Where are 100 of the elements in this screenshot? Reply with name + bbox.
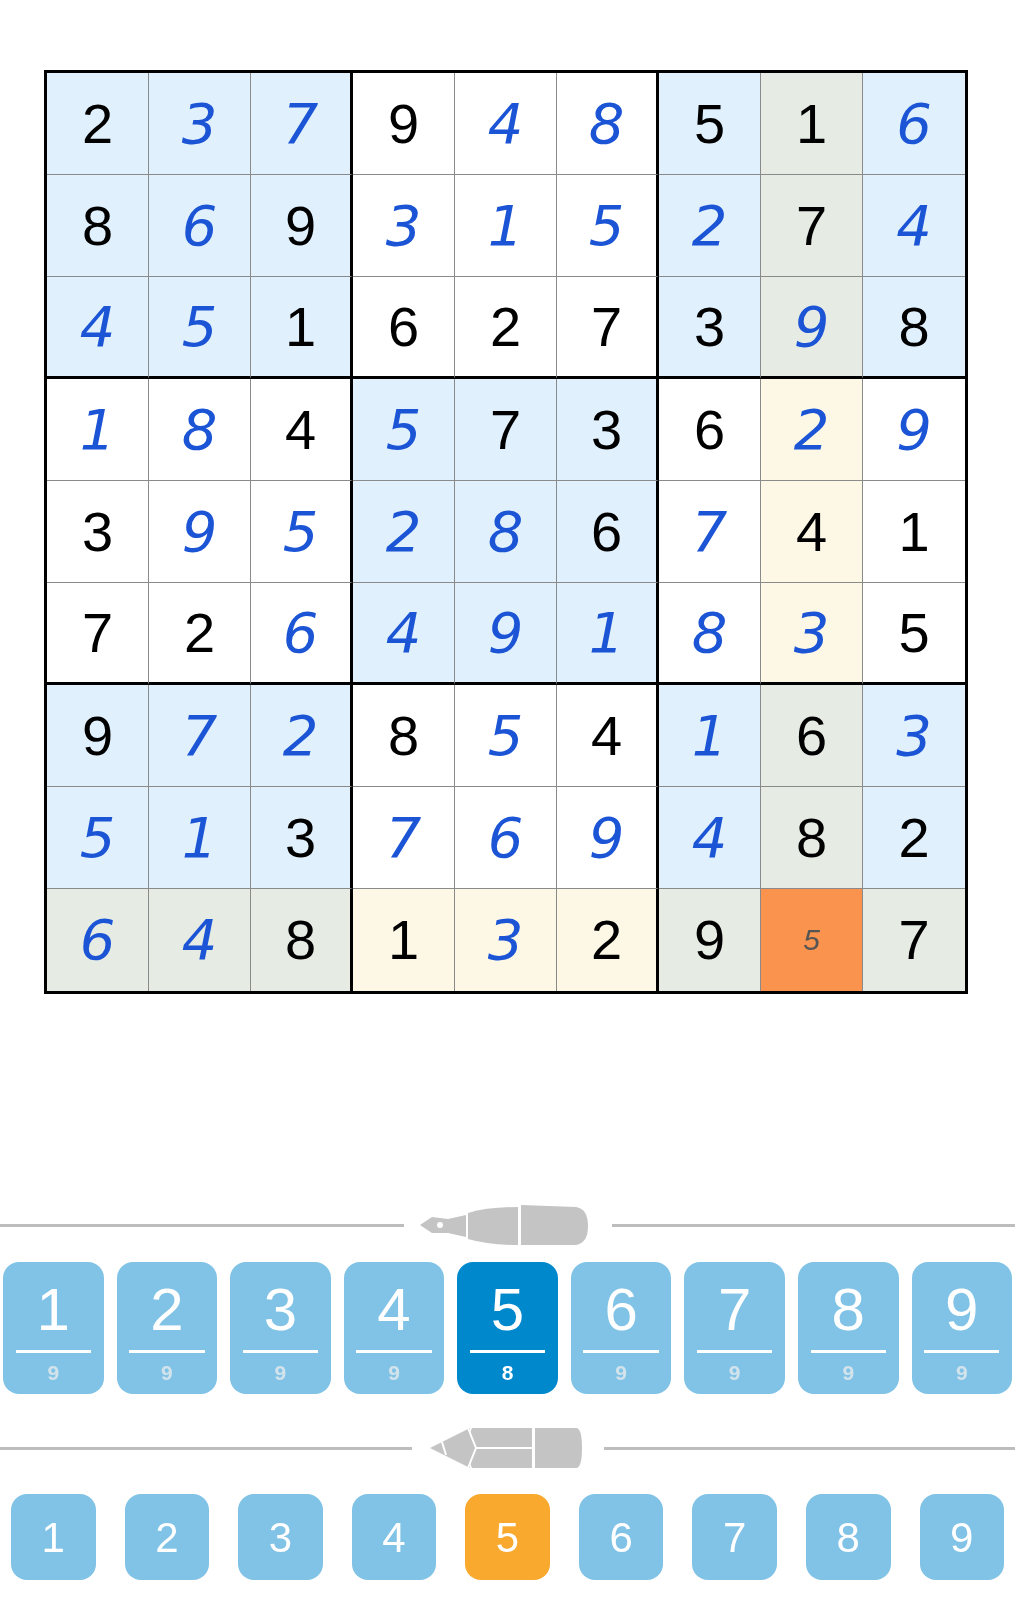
grid-cell[interactable]: 7	[863, 889, 965, 991]
entered-digit: 3	[385, 197, 422, 254]
grid-cell[interactable]: 3	[761, 583, 863, 685]
grid-cell[interactable]: 1	[353, 889, 455, 991]
grid-cell[interactable]: 7	[149, 685, 251, 787]
key-digit: 5	[490, 1280, 525, 1340]
grid-cell[interactable]: 5	[761, 889, 863, 991]
given-digit: 3	[81, 503, 114, 560]
grid-cell[interactable]: 9	[659, 889, 761, 991]
grid-cell[interactable]: 1	[659, 685, 761, 787]
entered-digit: 3	[181, 95, 218, 152]
grid-cell[interactable]: 9	[557, 787, 659, 889]
grid-cell[interactable]: 6	[557, 481, 659, 583]
grid-cell[interactable]: 9	[149, 481, 251, 583]
grid-cell[interactable]: 2	[761, 379, 863, 481]
grid-cell[interactable]: 6	[761, 685, 863, 787]
grid-cell[interactable]: 2	[47, 73, 149, 175]
grid-cell[interactable]: 3	[863, 685, 965, 787]
grid-cell[interactable]: 7	[761, 175, 863, 277]
entered-digit: 5	[487, 707, 524, 764]
grid-cell[interactable]: 2	[251, 685, 353, 787]
grid-cell[interactable]: 4	[455, 73, 557, 175]
remaining-count: 9	[728, 1362, 741, 1383]
grid-cell[interactable]: 1	[557, 583, 659, 685]
grid-cell[interactable]: 5	[251, 481, 353, 583]
grid-cell[interactable]: 8	[251, 889, 353, 991]
given-digit: 3	[284, 809, 317, 866]
grid-cell[interactable]: 3	[353, 175, 455, 277]
grid-cell[interactable]: 4	[251, 379, 353, 481]
grid-cell[interactable]: 8	[149, 379, 251, 481]
entered-digit: 1	[487, 197, 524, 254]
grid-cell[interactable]: 5	[455, 685, 557, 787]
grid-cell[interactable]: 9	[47, 685, 149, 787]
grid-cell[interactable]: 6	[455, 787, 557, 889]
grid-cell[interactable]: 4	[659, 787, 761, 889]
grid-cell[interactable]: 6	[47, 889, 149, 991]
grid-cell[interactable]: 2	[863, 787, 965, 889]
grid-cell[interactable]: 8	[353, 685, 455, 787]
entered-digit: 2	[691, 197, 728, 254]
grid-cell[interactable]: 3	[47, 481, 149, 583]
digit-key[interactable]: 5 8	[457, 1262, 558, 1394]
entered-digit: 8	[691, 604, 728, 661]
grid-cell[interactable]: 6	[251, 583, 353, 685]
grid-cell[interactable]: 1	[149, 787, 251, 889]
grid-cell[interactable]: 3	[557, 379, 659, 481]
grid-cell[interactable]: 3	[149, 73, 251, 175]
grid-cell[interactable]: 9	[251, 175, 353, 277]
grid-cell[interactable]: 7	[47, 583, 149, 685]
grid-cell[interactable]: 5	[659, 73, 761, 175]
grid-cell[interactable]: 2	[659, 175, 761, 277]
remaining-count: 9	[615, 1362, 627, 1383]
grid-cell[interactable]: 8	[557, 73, 659, 175]
entered-digit: 1	[181, 809, 218, 866]
grid-cell[interactable]: 5	[557, 175, 659, 277]
grid-cell[interactable]: 3	[455, 889, 557, 991]
grid-cell[interactable]: 4	[557, 685, 659, 787]
grid-cell[interactable]: 3	[659, 277, 761, 379]
key-digit: 6	[604, 1280, 638, 1340]
grid-cell[interactable]: 5	[353, 379, 455, 481]
grid-cell[interactable]: 8	[47, 175, 149, 277]
grid-cell[interactable]: 8	[455, 481, 557, 583]
grid-cell[interactable]: 4	[863, 175, 965, 277]
grid-cell[interactable]: 8	[659, 583, 761, 685]
given-digit: 6	[795, 707, 828, 764]
grid-cell[interactable]: 2	[149, 583, 251, 685]
grid-cell[interactable]: 8	[863, 277, 965, 379]
grid-cell[interactable]: 6	[353, 277, 455, 379]
grid-cell[interactable]: 9	[761, 277, 863, 379]
grid-cell[interactable]: 7	[659, 481, 761, 583]
grid-cell[interactable]: 2	[557, 889, 659, 991]
entered-digit: 4	[181, 912, 218, 968]
grid-cell[interactable]: 4	[47, 277, 149, 379]
grid-cell[interactable]: 9	[353, 73, 455, 175]
grid-cell[interactable]: 3	[251, 787, 353, 889]
grid-cell[interactable]: 5	[149, 277, 251, 379]
grid-cell[interactable]: 4	[353, 583, 455, 685]
grid-cell[interactable]: 4	[149, 889, 251, 991]
given-digit: 4	[795, 503, 828, 560]
grid-cell[interactable]: 7	[353, 787, 455, 889]
grid-cell[interactable]: 2	[353, 481, 455, 583]
grid-cell[interactable]: 1	[47, 379, 149, 481]
grid-cell[interactable]: 6	[863, 73, 965, 175]
grid-cell[interactable]: 2	[455, 277, 557, 379]
given-digit: 8	[898, 298, 930, 355]
grid-cell[interactable]: 7	[455, 379, 557, 481]
grid-cell[interactable]: 7	[251, 73, 353, 175]
entered-digit: 1	[691, 707, 728, 764]
given-digit: 2	[183, 604, 216, 661]
grid-cell[interactable]: 4	[761, 481, 863, 583]
grid-cell[interactable]: 5	[47, 787, 149, 889]
entered-digit: 7	[181, 707, 218, 764]
grid-cell[interactable]: 8	[761, 787, 863, 889]
grid-cell[interactable]: 1	[761, 73, 863, 175]
grid-cell[interactable]: 6	[149, 175, 251, 277]
grid-cell[interactable]: 1	[251, 277, 353, 379]
grid-cell[interactable]: 1	[455, 175, 557, 277]
grid-cell[interactable]: 9	[455, 583, 557, 685]
given-digit: 9	[284, 197, 317, 254]
grid-cell[interactable]: 7	[557, 277, 659, 379]
grid-cell[interactable]: 6	[659, 379, 761, 481]
